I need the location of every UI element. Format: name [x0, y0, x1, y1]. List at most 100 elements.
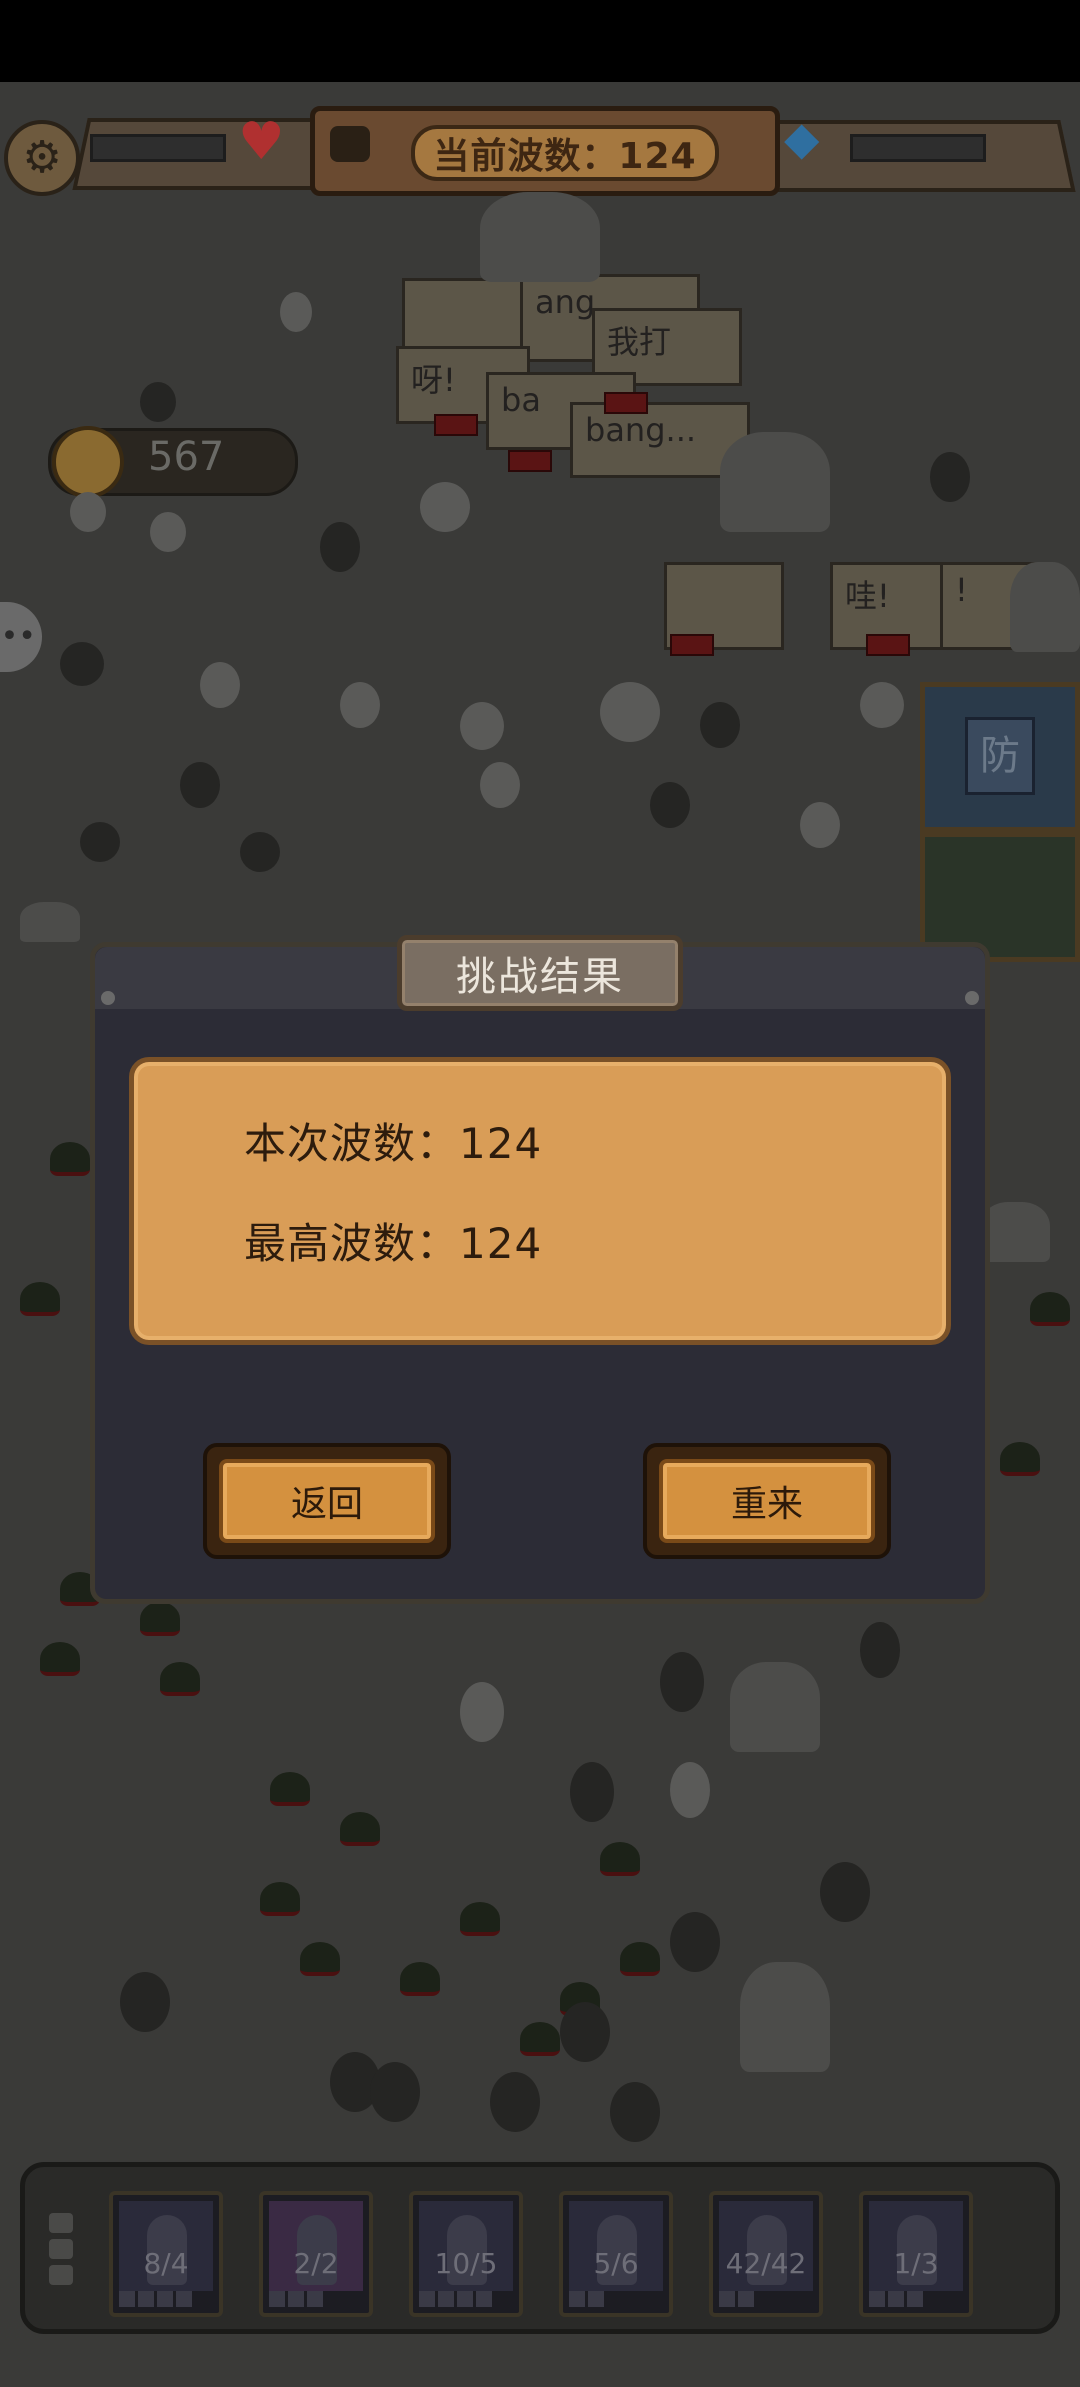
- unit-slot-crossbow[interactable]: 10/5: [409, 2191, 523, 2317]
- soldier: [800, 802, 840, 848]
- soldier: [70, 492, 106, 532]
- unit-count: 2/2: [293, 2247, 339, 2280]
- back-button-label: 返回: [219, 1459, 435, 1543]
- soldier: [560, 2002, 610, 2062]
- filter-icon: [49, 2265, 73, 2285]
- damage-tag: [508, 450, 552, 472]
- banner-ornament: [330, 126, 370, 162]
- dialog-title: 挑战结果: [397, 935, 683, 1011]
- shrub: [1030, 1292, 1070, 1326]
- shrub: [140, 1602, 180, 1636]
- resource-bar: [850, 134, 986, 162]
- soldier: [660, 1652, 704, 1712]
- heart-icon: ♥: [238, 112, 285, 172]
- shrub: [40, 1642, 80, 1676]
- status-bar: [0, 0, 1080, 82]
- shrub: [600, 1842, 640, 1876]
- soldier: [460, 1682, 504, 1742]
- gear-icon[interactable]: ⚙: [4, 120, 80, 196]
- soldier: [140, 382, 176, 422]
- soldier: [670, 1762, 710, 1818]
- unit-slot-knight[interactable]: 5/6: [559, 2191, 673, 2317]
- unit-slot-infantry[interactable]: 42/42: [709, 2191, 823, 2317]
- shrub: [260, 1882, 300, 1916]
- coin-value: 567: [148, 434, 225, 480]
- top-hud: ♥ ◆ 当前波数：124 ⚙: [0, 82, 1080, 196]
- soldier: [860, 682, 904, 728]
- soldier: [200, 662, 240, 708]
- soldier: [670, 1912, 720, 1972]
- rock: [730, 1662, 820, 1752]
- shrub: [270, 1772, 310, 1806]
- unit-trait-icons: [869, 2291, 923, 2309]
- shrub: [1000, 1442, 1040, 1476]
- soldier: [480, 762, 520, 808]
- unit-count: 10/5: [434, 2247, 498, 2280]
- soldier: [240, 832, 280, 872]
- soldier: [820, 1862, 870, 1922]
- soldier: [700, 702, 740, 748]
- retry-button-label: 重来: [659, 1459, 875, 1543]
- damage-tag: [670, 634, 714, 656]
- rock: [740, 1962, 830, 2072]
- unit-trait-icons: [419, 2291, 492, 2309]
- unit-slot-gunner[interactable]: 8/4: [109, 2191, 223, 2317]
- soldier: [490, 2072, 540, 2132]
- unit-count: 5/6: [593, 2247, 639, 2280]
- rock: [1010, 562, 1080, 652]
- current-wave-label: 本次波数：: [244, 1119, 460, 1168]
- shrub: [620, 1942, 660, 1976]
- damage-tag: [604, 392, 648, 414]
- unit-bar-side-icons: [49, 2213, 79, 2291]
- shield-icon: 防: [965, 717, 1035, 795]
- unit-trait-icons: [269, 2291, 323, 2309]
- best-wave-row: 最高波数：124: [244, 1210, 542, 1271]
- soldier: [420, 482, 470, 532]
- rock: [20, 902, 80, 942]
- back-button[interactable]: 返回: [203, 1443, 451, 1559]
- wave-counter: 当前波数：124: [411, 125, 719, 181]
- rock: [980, 1202, 1050, 1262]
- soldier: [570, 1762, 614, 1822]
- chat-icon[interactable]: ••: [0, 602, 42, 672]
- filter-icon: [49, 2213, 73, 2233]
- best-wave-label: 最高波数：: [244, 1219, 460, 1268]
- unit-trait-icons: [719, 2291, 754, 2309]
- soldier: [370, 2062, 420, 2122]
- shrub: [20, 1282, 60, 1316]
- unit-slot-cowboy[interactable]: 1/3: [859, 2191, 973, 2317]
- soldier: [150, 512, 186, 552]
- filter-icon: [49, 2239, 73, 2259]
- soldier: [320, 522, 360, 572]
- coin-icon: [52, 426, 124, 498]
- tree: [480, 192, 600, 282]
- health-bar: [90, 134, 226, 162]
- best-wave-value: 124: [459, 1219, 543, 1268]
- soldier: [340, 682, 380, 728]
- unit-count: 8/4: [143, 2247, 189, 2280]
- unit-slot-swordsman[interactable]: 2/2: [259, 2191, 373, 2317]
- soldier: [600, 682, 660, 742]
- enemy: [930, 452, 970, 502]
- unit-count: 1/3: [893, 2247, 939, 2280]
- game-screen: ♥ ◆ 当前波数：124 ⚙ 567 •• ang 我打 呀! ba bang.…: [0, 82, 1080, 2387]
- defense-skill-card[interactable]: 防: [920, 682, 1080, 832]
- rivet: [101, 991, 115, 1005]
- unit-trait-icons: [119, 2291, 192, 2309]
- unit-count: 42/42: [725, 2247, 807, 2280]
- soldier: [650, 782, 690, 828]
- shrub: [340, 1812, 380, 1846]
- soldier: [460, 702, 504, 750]
- shrub: [520, 2022, 560, 2056]
- retry-button[interactable]: 重来: [643, 1443, 891, 1559]
- soldier: [180, 762, 220, 808]
- soldier: [280, 292, 312, 332]
- soldier: [610, 2082, 660, 2142]
- current-wave-value: 124: [459, 1119, 543, 1168]
- soldier: [80, 822, 120, 862]
- damage-tag: [866, 634, 910, 656]
- soldier: [860, 1622, 900, 1678]
- dust-cloud: [720, 432, 830, 532]
- unit-trait-icons: [569, 2291, 604, 2309]
- damage-tag: [434, 414, 478, 436]
